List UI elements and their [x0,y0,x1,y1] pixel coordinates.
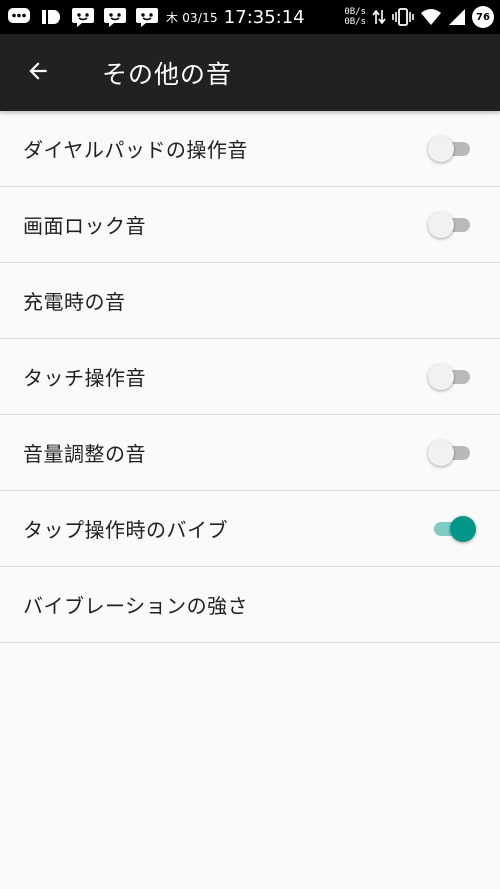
dialpad-tones-toggle[interactable] [428,134,476,164]
setting-label: 画面ロック音 [23,214,146,238]
volume-adjust-sound-toggle[interactable] [428,438,476,468]
setting-label: バイブレーションの強さ [23,594,249,618]
setting-charging-sound[interactable]: 充電時の音 [0,263,500,339]
data-transfer-icon [372,8,386,26]
toggle-thumb [450,515,476,542]
wifi-icon [420,8,442,26]
battery-level: 76 [472,6,494,28]
messenger-icon [70,5,96,29]
status-date: 木 03/15 [166,10,218,25]
vibrate-icon [392,7,414,27]
toggle-thumb [428,439,454,466]
toggle-thumb [428,363,454,390]
setting-touch-sounds[interactable]: タッチ操作音 [0,339,500,415]
setting-label: タッチ操作音 [23,366,146,390]
settings-list: ダイヤルパッドの操作音 画面ロック音 充電時の音 タッチ操作音 音量調整の音 タ… [0,111,500,643]
cell-signal-icon [448,8,466,26]
setting-label: ダイヤルパッドの操作音 [23,138,248,162]
id-icon [38,5,64,29]
messenger-icon [102,5,128,29]
back-button[interactable] [2,34,74,111]
page-title: その他の音 [102,59,233,89]
messenger-icon [134,5,160,29]
setting-label: タップ操作時のバイブ [23,518,228,542]
chat-bubble-icon [6,5,32,29]
setting-vibration-strength[interactable]: バイブレーションの強さ [0,567,500,643]
toggle-thumb [428,211,454,238]
setting-volume-adjust-sound[interactable]: 音量調整の音 [0,415,500,491]
screen-lock-sound-toggle[interactable] [428,210,476,240]
setting-label: 音量調整の音 [23,442,146,466]
status-bar: 木 03/15 17:35:14 0B/s 0B/s 76 [0,0,500,34]
network-speed: 0B/s 0B/s [344,7,366,27]
setting-tap-vibration[interactable]: タップ操作時のバイブ [0,491,500,567]
setting-screen-lock-sound[interactable]: 画面ロック音 [0,187,500,263]
notification-icons [6,5,160,29]
setting-dialpad-tones[interactable]: ダイヤルパッドの操作音 [0,111,500,187]
status-indicators: 0B/s 0B/s 76 [344,6,494,28]
net-download-speed: 0B/s [344,17,366,27]
tap-vibration-toggle[interactable] [428,514,476,544]
toggle-thumb [428,135,454,162]
setting-label: 充電時の音 [23,290,126,314]
arrow-back-icon [25,58,51,88]
touch-sounds-toggle[interactable] [428,362,476,392]
app-bar: その他の音 [0,34,500,111]
net-upload-speed: 0B/s [344,7,366,17]
status-time: 17:35:14 [223,6,305,28]
